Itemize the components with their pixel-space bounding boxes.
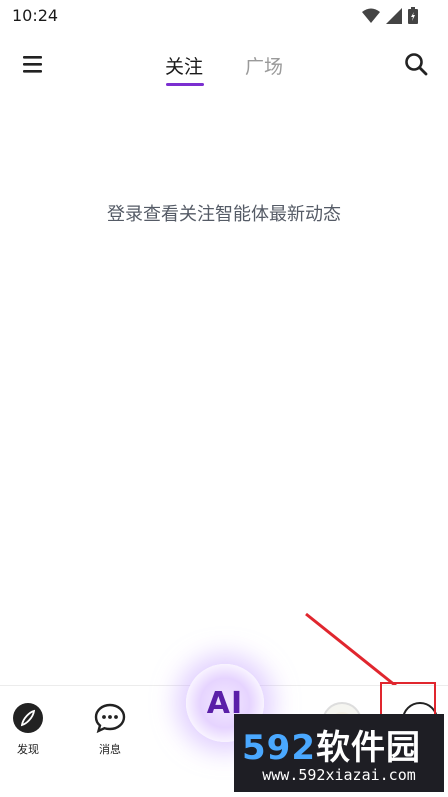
status-icons <box>362 7 418 24</box>
status-time: 10:24 <box>12 6 59 25</box>
signal-icon <box>386 7 402 24</box>
menu-icon[interactable] <box>22 53 44 75</box>
nav-discover-label: 发现 <box>17 743 39 756</box>
compass-icon <box>13 703 43 733</box>
tab-follow[interactable]: 关注 <box>165 52 203 79</box>
search-icon[interactable] <box>404 52 428 76</box>
chat-bubble-icon <box>94 703 126 734</box>
tab-square[interactable]: 广场 <box>245 52 283 79</box>
empty-state-message: 登录查看关注智能体最新动态 <box>107 204 341 225</box>
battery-icon <box>408 7 418 24</box>
watermark-brand-number: 592 <box>242 728 316 768</box>
active-tab-indicator <box>166 83 204 86</box>
nav-discover[interactable]: 发现 <box>0 702 58 757</box>
nav-messages[interactable]: 消息 <box>80 702 140 757</box>
top-bar: 关注 广场 <box>0 40 448 90</box>
watermark-url: www.592xiazai.com <box>262 766 416 784</box>
status-bar: 10:24 <box>0 0 448 32</box>
wifi-icon <box>362 8 380 23</box>
nav-messages-label: 消息 <box>99 743 121 756</box>
watermark-logo: 592软件园 www.592xiazai.com <box>234 714 444 792</box>
watermark-brand-cn: 软件园 <box>315 728 421 768</box>
